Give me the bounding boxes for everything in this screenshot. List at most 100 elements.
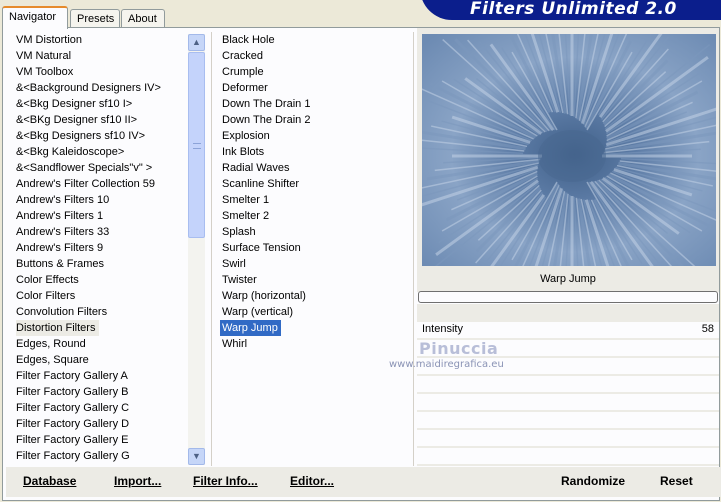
filter-info-button[interactable]: Filter Info... <box>193 474 258 488</box>
category-item[interactable]: Filter Factory Gallery E <box>9 432 187 448</box>
filter-item[interactable]: Down The Drain 2 <box>215 112 405 128</box>
parameter-intensity[interactable]: Intensity 58 <box>417 322 719 339</box>
category-item-label: VM Toolbox <box>16 66 74 78</box>
category-item-label: Filter Factory Gallery A <box>16 370 128 382</box>
category-item[interactable]: Color Filters <box>9 288 187 304</box>
category-item[interactable]: Color Effects <box>9 272 187 288</box>
filter-item[interactable]: Crumple <box>215 64 405 80</box>
category-item-label: Andrew's Filter Collection 59 <box>16 178 156 190</box>
category-item[interactable]: VM Natural <box>9 48 187 64</box>
parameter-value: 58 <box>701 323 714 335</box>
filter-item-label: Deformer <box>222 82 268 94</box>
tab-about[interactable]: About <box>121 9 165 28</box>
preview-divider <box>413 32 414 466</box>
tab-about-label: About <box>128 13 157 25</box>
filter-item-label: Splash <box>222 226 256 238</box>
filter-item[interactable]: Down The Drain 1 <box>215 96 405 112</box>
filter-list[interactable]: Black Hole Cracked Crumple Deformer Down The… <box>215 32 405 466</box>
preview-image[interactable] <box>422 34 716 266</box>
tab-presets[interactable]: Presets <box>70 9 120 28</box>
filter-item-label: Crumple <box>222 66 264 78</box>
filter-item-label: Surface Tension <box>222 242 301 254</box>
filter-item[interactable]: Splash <box>215 224 405 240</box>
reset-button[interactable]: Reset <box>660 474 693 488</box>
category-item-label: Filter Factory Gallery E <box>16 434 129 446</box>
filter-item[interactable]: Smelter 2 <box>215 208 405 224</box>
category-item-label: Filter Factory Gallery B <box>16 386 129 398</box>
category-scrollbar[interactable]: ▲ ▼ <box>188 34 205 465</box>
category-item[interactable]: &<Bkg Kaleidoscope> <box>9 144 187 160</box>
category-item-label: Filter Factory Gallery G <box>16 450 130 462</box>
preview-warp-jump-render <box>422 34 716 266</box>
navigator-panel: VM Distortion VM Natural VM Toolbox &<Backg… <box>2 27 721 501</box>
category-item[interactable]: Andrew's Filters 33 <box>9 224 187 240</box>
tab-navigator-label: Navigator <box>9 11 57 23</box>
category-item[interactable]: &<Bkg Designer sf10 I> <box>9 96 187 112</box>
category-item-label: Convolution Filters <box>16 306 108 318</box>
filter-item[interactable]: Deformer <box>215 80 405 96</box>
progress-bar <box>418 291 718 303</box>
filter-item[interactable]: Twister <box>215 272 405 288</box>
filter-item[interactable]: Warp (vertical) <box>215 304 405 320</box>
database-button[interactable]: Database <box>23 474 76 488</box>
filter-item[interactable]: Warp Jump <box>215 320 405 336</box>
filter-item-label: Warp Jump <box>220 320 281 336</box>
filter-item-label: Twister <box>222 274 257 286</box>
category-item[interactable]: Filter Factory Gallery D <box>9 416 187 432</box>
category-item[interactable]: Andrew's Filter Collection 59 <box>9 176 187 192</box>
category-item[interactable]: Buttons & Frames <box>9 256 187 272</box>
category-item[interactable]: VM Distortion <box>9 32 187 48</box>
selected-filter-name: Warp Jump <box>417 266 719 292</box>
category-item[interactable]: Convolution Filters <box>9 304 187 320</box>
category-item[interactable]: Distortion Filters <box>9 320 187 336</box>
filter-item-label: Down The Drain 2 <box>222 114 311 126</box>
filter-item[interactable]: Ink Blots <box>215 144 405 160</box>
category-item[interactable]: Filter Factory Gallery C <box>9 400 187 416</box>
category-item[interactable]: Filter Factory Gallery B <box>9 384 187 400</box>
category-item[interactable]: &<Sandflower Specials"v" > <box>9 160 187 176</box>
category-item-label: Andrew's Filters 10 <box>16 194 110 206</box>
filter-item[interactable]: Explosion <box>215 128 405 144</box>
scroll-thumb[interactable] <box>188 52 205 238</box>
filter-item[interactable]: Whirl <box>215 336 405 352</box>
import-button[interactable]: Import... <box>114 474 161 488</box>
category-item-label: Andrew's Filters 1 <box>16 210 104 222</box>
category-item[interactable]: Edges, Round <box>9 336 187 352</box>
category-item[interactable]: VM Toolbox <box>9 64 187 80</box>
category-item-label: Andrew's Filters 33 <box>16 226 110 238</box>
category-item-label: Color Effects <box>16 274 79 286</box>
grip-icon <box>193 143 201 149</box>
scroll-down-button[interactable]: ▼ <box>188 448 205 465</box>
category-item[interactable]: Andrew's Filters 1 <box>9 208 187 224</box>
filter-item-label: Warp (vertical) <box>222 306 294 318</box>
filter-item[interactable]: Cracked <box>215 48 405 64</box>
category-item[interactable]: &<BKg Designer sf10 II> <box>9 112 187 128</box>
category-item[interactable]: Filter Factory Gallery G <box>9 448 187 464</box>
tab-navigator[interactable]: Navigator <box>2 6 68 29</box>
category-item[interactable]: Andrew's Filters 10 <box>9 192 187 208</box>
category-item[interactable]: &<Bkg Designers sf10 IV> <box>9 128 187 144</box>
category-item[interactable]: &<Background Designers IV> <box>9 80 187 96</box>
filter-item-label: Warp (horizontal) <box>222 290 306 302</box>
randomize-button[interactable]: Randomize <box>561 474 625 488</box>
bottom-toolbar: Database Import... Filter Info... Editor… <box>6 467 721 497</box>
filter-item[interactable]: Radial Waves <box>215 160 405 176</box>
parameter-empty-row <box>417 448 719 465</box>
category-item-label: &<Bkg Designers sf10 IV> <box>16 130 146 142</box>
filter-item-label: Cracked <box>222 50 263 62</box>
filter-item[interactable]: Smelter 1 <box>215 192 405 208</box>
category-item[interactable]: Filter Factory Gallery A <box>9 368 187 384</box>
filter-item-label: Ink Blots <box>222 146 265 158</box>
filter-item-label: Swirl <box>222 258 246 270</box>
editor-button[interactable]: Editor... <box>290 474 334 488</box>
filter-item[interactable]: Surface Tension <box>215 240 405 256</box>
category-item[interactable]: Edges, Square <box>9 352 187 368</box>
filter-item[interactable]: Black Hole <box>215 32 405 48</box>
filter-item[interactable]: Swirl <box>215 256 405 272</box>
filter-item[interactable]: Scanline Shifter <box>215 176 405 192</box>
category-item[interactable]: Andrew's Filters 9 <box>9 240 187 256</box>
app-title: Filters Unlimited 2.0 <box>470 0 677 19</box>
filter-item[interactable]: Warp (horizontal) <box>215 288 405 304</box>
scroll-up-button[interactable]: ▲ <box>188 34 205 51</box>
category-list[interactable]: VM Distortion VM Natural VM Toolbox &<Backg… <box>9 32 187 466</box>
